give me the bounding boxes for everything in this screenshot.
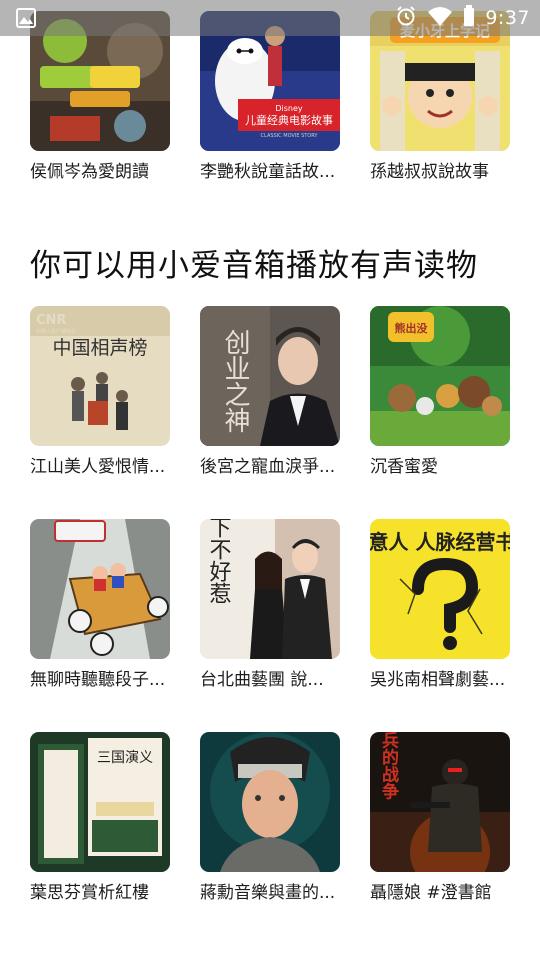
couple-cover-icon[interactable]: 殿下不好惹	[200, 519, 340, 659]
battery-icon	[463, 5, 475, 31]
image-notification-icon	[16, 8, 36, 28]
grid-row: CNR 中央人民广播电台 中国相声榜 江山美人愛恨情... 创业之神	[0, 306, 540, 486]
audiobook-card[interactable]: 無聊時聽聽段子...	[30, 519, 170, 691]
status-time: 9:37	[485, 7, 530, 29]
card-title: 李艷秋說童話故...	[200, 162, 336, 182]
cover-text: 中国相声榜	[52, 337, 147, 359]
card-title: 江山美人愛恨情...	[30, 457, 166, 477]
audiobook-card[interactable]: 熊出没 沉香蜜愛	[370, 306, 510, 478]
bears-cover-icon[interactable]: 熊出没	[370, 306, 510, 446]
card-title: 葉思芬賞析紅樓	[30, 883, 149, 903]
cover-text: 熊出没	[395, 321, 429, 335]
book-cover-icon[interactable]: 三国演义	[30, 732, 170, 872]
card-title: 侯佩岑為愛朗讀	[30, 162, 149, 182]
cover-text: 生意人 人脉经营书	[370, 530, 510, 554]
cover-subtitle: CLASSIC MOVIE STORY	[261, 133, 319, 139]
cover-brand: Disney	[275, 104, 303, 113]
grid-row: 三国演义 葉思芬賞析紅樓 蔣勳音樂與畫的... 佣兵的战争 聶隱娘 #澄書館	[0, 732, 540, 912]
card-title: 蔣勳音樂與畫的...	[200, 883, 336, 903]
audiobook-card[interactable]: 佣兵的战争 聶隱娘 #澄書館	[370, 732, 510, 904]
warrior-cover-icon[interactable]	[200, 732, 340, 872]
card-title: 沉香蜜愛	[370, 457, 438, 477]
audiobook-card[interactable]: 麦小牙上学记 孫越叔叔說故事	[370, 11, 510, 183]
audiobook-card[interactable]: 侯佩岑為愛朗讀	[30, 11, 170, 183]
question-cover-icon[interactable]: 生意人 人脉经营书	[370, 519, 510, 659]
cover-text: 殿下不好惹	[206, 519, 232, 604]
crosstalk-cover-icon[interactable]: CNR 中央人民广播电台 中国相声榜	[30, 306, 170, 446]
audiobook-card[interactable]: 生意人 人脉经营书 吳兆南相聲劇藝...	[370, 519, 510, 691]
top-row: 侯佩岑為愛朗讀 Disney 儿童经典电影故事 CLASSIC MOVIE ST…	[0, 11, 540, 191]
card-title: 孫越叔叔說故事	[370, 162, 489, 182]
cover-text: 儿童经典电影故事	[245, 113, 333, 127]
portrait-cover-icon[interactable]: 创业之神	[200, 306, 340, 446]
audiobook-card[interactable]: 创业之神 後宮之寵血淚爭...	[200, 306, 340, 478]
alarm-icon	[395, 5, 417, 31]
card-title: 聶隱娘 #澄書館	[370, 883, 492, 903]
audiobook-card[interactable]: 殿下不好惹 台北曲藝團 說...	[200, 519, 340, 691]
cover-text: 三国演义	[97, 750, 153, 766]
audiobook-card[interactable]: 三国演义 葉思芬賞析紅樓	[30, 732, 170, 904]
wifi-icon	[427, 5, 453, 31]
card-title: 無聊時聽聽段子...	[30, 670, 166, 690]
cover-text: 创业之神	[220, 329, 250, 433]
card-title: 後宮之寵血淚爭...	[200, 457, 336, 477]
section-heading: 你可以用小爱音箱播放有声读物	[30, 248, 478, 284]
audiobook-card[interactable]: Disney 儿童经典电影故事 CLASSIC MOVIE STORY 李艷秋說…	[200, 11, 340, 183]
card-title: 吳兆南相聲劇藝...	[370, 670, 506, 690]
status-bar: 9:37	[0, 0, 540, 36]
audiobook-card[interactable]: CNR 中央人民广播电台 中国相声榜 江山美人愛恨情...	[30, 306, 170, 478]
card-title: 台北曲藝團 說...	[200, 670, 324, 690]
grid-row: 無聊時聽聽段子... 殿下不好惹 台北曲藝團 說... 生意人 人脉经营书	[0, 519, 540, 699]
cover-text: 佣兵的战争	[378, 732, 400, 800]
soldier-cover-icon[interactable]: 佣兵的战争	[370, 732, 510, 872]
car-cover-icon[interactable]	[30, 519, 170, 659]
audiobook-card[interactable]: 蔣勳音樂與畫的...	[200, 732, 340, 904]
